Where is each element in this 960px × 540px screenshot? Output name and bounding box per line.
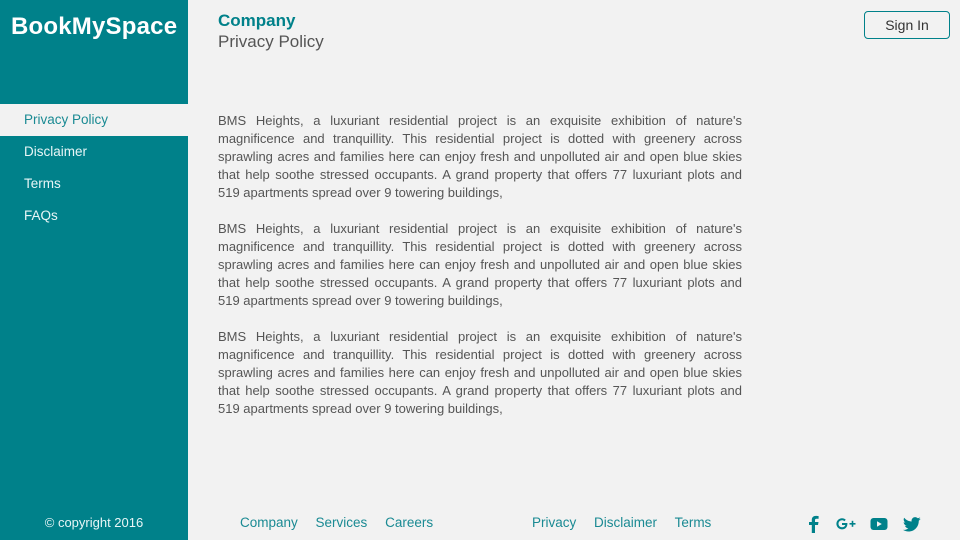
sidebar-nav: Privacy Policy Disclaimer Terms FAQs (0, 104, 188, 232)
sign-in-button[interactable]: Sign In (864, 11, 950, 39)
sidebar-item-terms[interactable]: Terms (0, 168, 188, 200)
youtube-icon[interactable] (869, 514, 889, 534)
footer-company-links: Company Services Careers (240, 515, 447, 530)
policy-content: BMS Heights, a luxuriant residential pro… (218, 112, 742, 436)
policy-paragraph: BMS Heights, a luxuriant residential pro… (218, 329, 742, 416)
footer-link-services[interactable]: Services (316, 515, 368, 530)
footer-link-careers[interactable]: Careers (385, 515, 433, 530)
twitter-icon[interactable] (902, 514, 922, 534)
page-section-title: Company (218, 11, 296, 30)
copyright-text: © copyright 2016 (44, 515, 144, 530)
sidebar: BookMySpace Privacy Policy Disclaimer Te… (0, 0, 188, 540)
policy-paragraph: BMS Heights, a luxuriant residential pro… (218, 221, 742, 308)
social-links (803, 514, 922, 534)
sidebar-item-faqs[interactable]: FAQs (0, 200, 188, 232)
sidebar-item-privacy-policy[interactable]: Privacy Policy (0, 104, 188, 136)
footer-legal-links: Privacy Disclaimer Terms (532, 515, 725, 530)
footer-link-company[interactable]: Company (240, 515, 298, 530)
brand-logo[interactable]: BookMySpace (11, 13, 177, 41)
google-plus-icon[interactable] (836, 514, 856, 534)
facebook-icon[interactable] (803, 514, 823, 534)
footer-link-privacy[interactable]: Privacy (532, 515, 576, 530)
policy-paragraph: BMS Heights, a luxuriant residential pro… (218, 113, 742, 200)
footer-link-terms[interactable]: Terms (675, 515, 712, 530)
footer-link-disclaimer[interactable]: Disclaimer (594, 515, 657, 530)
page-title: Privacy Policy (218, 32, 324, 51)
sidebar-item-disclaimer[interactable]: Disclaimer (0, 136, 188, 168)
